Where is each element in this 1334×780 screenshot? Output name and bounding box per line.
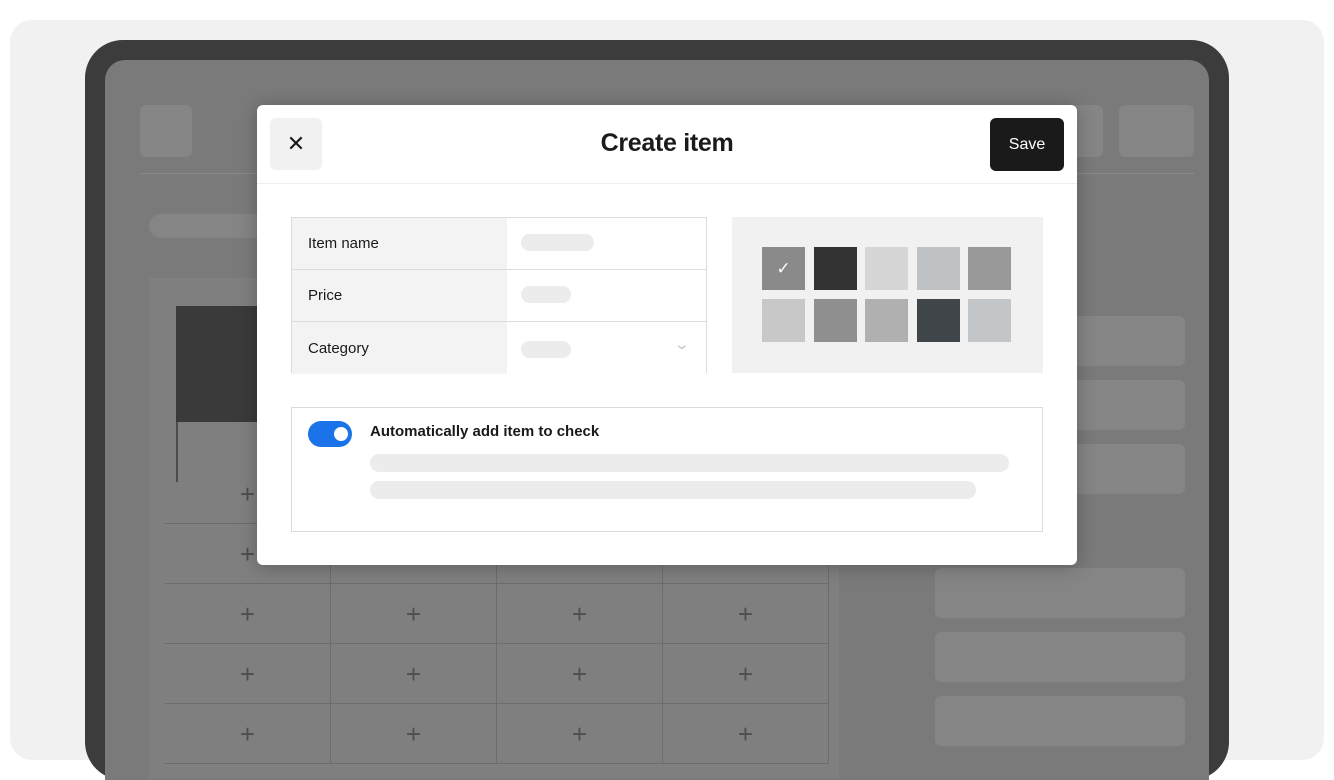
bg-add-cell: + [165, 584, 331, 644]
plus-icon: + [737, 598, 754, 629]
bg-add-cell: + [497, 584, 663, 644]
color-swatch[interactable] [813, 299, 857, 342]
color-swatch[interactable] [813, 247, 857, 290]
plus-icon: + [239, 538, 256, 569]
color-swatch[interactable] [762, 299, 805, 342]
bg-add-cell: + [663, 704, 829, 764]
dialog-header: ✕ Create item Save [257, 105, 1077, 184]
bg-add-cell: + [331, 584, 497, 644]
bg-back-button [140, 105, 192, 157]
description-placeholder [370, 481, 976, 499]
bg-add-cell: + [663, 644, 829, 704]
checkmark-icon: ✓ [776, 258, 791, 278]
bg-list-item [935, 696, 1185, 746]
item-form: Item name Price Category ⌄ [291, 217, 707, 374]
form-row-category: Category ⌄ [292, 322, 706, 374]
color-swatch[interactable] [968, 247, 1011, 290]
bg-add-cell: + [497, 704, 663, 764]
description-placeholder [370, 454, 1009, 472]
color-swatch[interactable] [916, 299, 960, 342]
bg-add-cell: + [331, 704, 497, 764]
plus-icon: + [405, 658, 422, 689]
color-swatch[interactable] [916, 247, 960, 290]
plus-icon: + [571, 598, 588, 629]
toggle-knob [334, 427, 348, 441]
form-row-price: Price [292, 270, 706, 322]
price-input[interactable] [507, 270, 706, 321]
plus-icon: + [239, 658, 256, 689]
color-swatch[interactable]: ✓ [762, 247, 805, 290]
create-item-dialog: ✕ Create item Save Item name Price Categ… [257, 105, 1077, 565]
item-name-label: Item name [292, 218, 507, 269]
plus-icon: + [571, 658, 588, 689]
bg-dark-tile [176, 306, 266, 422]
chevron-down-icon: ⌄ [673, 336, 691, 352]
auto-add-label: Automatically add item to check [370, 423, 600, 440]
plus-icon: + [239, 718, 256, 749]
plus-icon: + [405, 718, 422, 749]
bg-toolbar-button [1119, 105, 1194, 157]
plus-icon: + [239, 598, 256, 629]
dialog-title: Create item [600, 129, 734, 157]
save-button[interactable]: Save [990, 118, 1064, 171]
category-label: Category [292, 322, 507, 374]
value-placeholder [521, 341, 571, 358]
plus-icon: + [737, 718, 754, 749]
color-swatch[interactable] [968, 299, 1011, 342]
plus-icon: + [239, 478, 256, 509]
category-select[interactable]: ⌄ [507, 322, 706, 374]
color-picker: ✓ [732, 217, 1043, 373]
color-swatch[interactable] [865, 247, 908, 290]
form-row-item-name: Item name [292, 218, 706, 270]
auto-add-toggle[interactable] [308, 421, 352, 447]
bg-list-item [935, 632, 1185, 682]
plus-icon: + [737, 658, 754, 689]
plus-icon: + [405, 598, 422, 629]
value-placeholder [521, 234, 594, 251]
item-name-input[interactable] [507, 218, 706, 269]
bg-list-item [935, 568, 1185, 618]
plus-icon: + [571, 718, 588, 749]
bg-add-cell: + [165, 704, 331, 764]
bg-add-cell: + [331, 644, 497, 704]
color-swatch[interactable] [865, 299, 908, 342]
price-label: Price [292, 270, 507, 321]
auto-add-section: Automatically add item to check [291, 407, 1043, 532]
bg-add-cell: + [165, 644, 331, 704]
value-placeholder [521, 286, 571, 303]
bg-add-cell: + [663, 584, 829, 644]
bg-add-cell: + [497, 644, 663, 704]
